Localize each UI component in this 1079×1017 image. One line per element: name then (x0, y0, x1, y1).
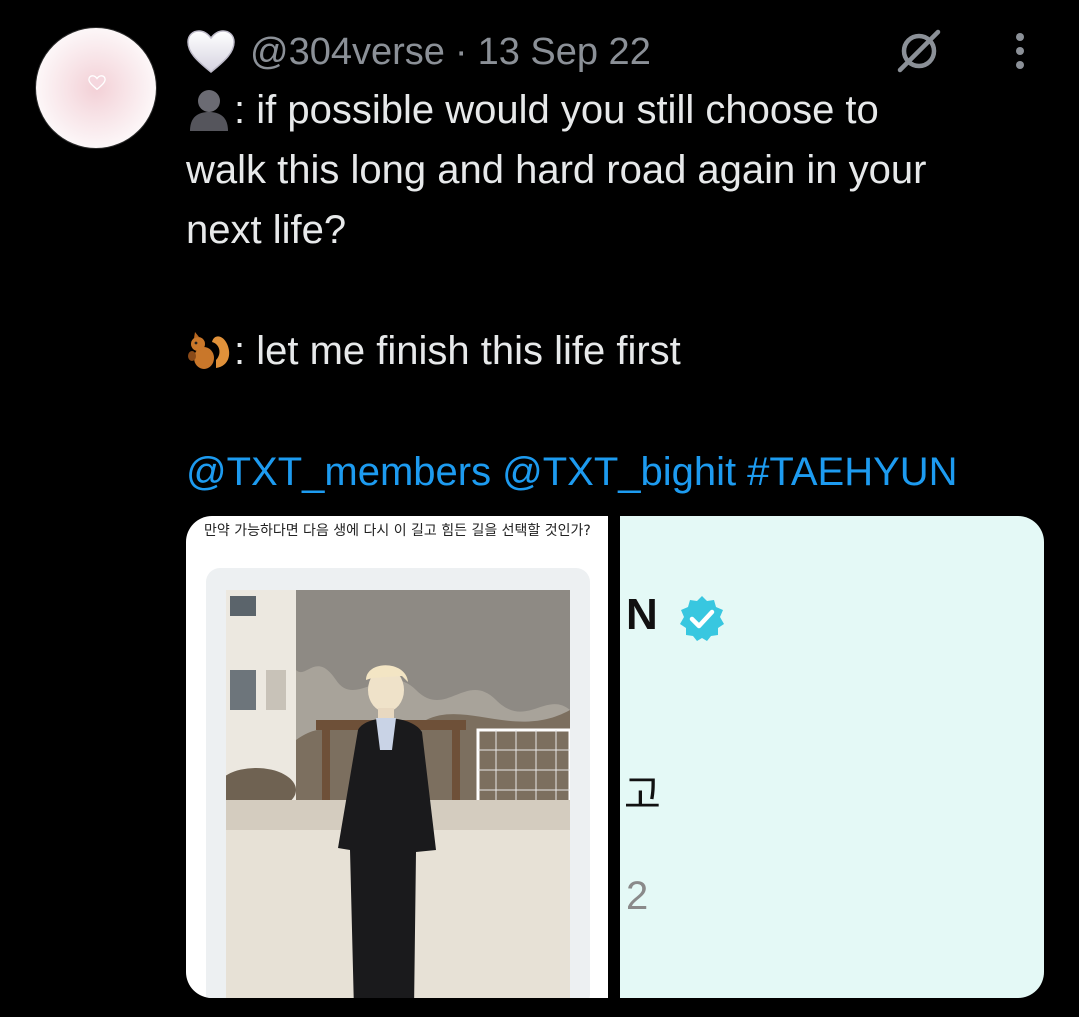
text-line: next life? (186, 208, 347, 252)
separator: · (454, 30, 468, 73)
squirrel-icon (188, 332, 230, 369)
tweet-date[interactable]: 13 Sep 22 (478, 31, 651, 74)
verified-badge-icon (680, 596, 724, 641)
photo (226, 590, 570, 998)
text-line: walk this long and hard road again in yo… (186, 148, 927, 192)
mute-icon[interactable] (894, 28, 944, 74)
partial-number: 2 (626, 874, 649, 918)
white-heart-icon (187, 30, 235, 73)
text-line: : let me finish this life first (186, 321, 1056, 381)
photo-frame (206, 568, 590, 998)
text-line: : if possible would you still choose to (186, 80, 1056, 140)
hashtag-link[interactable]: #TAEHYUN (747, 450, 957, 494)
tweet-text: : if possible would you still choose to … (186, 80, 1056, 502)
mentions-line: @TXT_members @TXT_bighit #TAEHYUN (186, 442, 1056, 502)
tweet-media: 만약 가능하다면 다음 생에 다시 이 길고 힘든 길을 선택할 것인가? N … (186, 516, 1044, 998)
image-caption: 만약 가능하다면 다음 생에 다시 이 길고 힘든 길을 선택할 것인가? (204, 523, 591, 539)
avatar[interactable] (36, 28, 156, 148)
heart-icon (88, 75, 106, 91)
tweet-header: @304verse · 13 Sep 22 (186, 26, 651, 78)
partial-name: N (626, 590, 658, 639)
media-image-left[interactable]: 만약 가능하다면 다음 생에 다시 이 길고 힘든 길을 선택할 것인가? (186, 516, 608, 998)
mention-link[interactable]: @TXT_bighit (502, 450, 736, 494)
username-handle[interactable]: @304verse (250, 31, 445, 74)
mention-link[interactable]: @TXT_members (186, 450, 491, 494)
silhouette-icon (190, 90, 228, 131)
more-vertical-icon[interactable] (1006, 30, 1034, 72)
partial-korean-text: 고 (624, 772, 661, 818)
media-image-right[interactable]: N 고 2 (620, 516, 1044, 998)
